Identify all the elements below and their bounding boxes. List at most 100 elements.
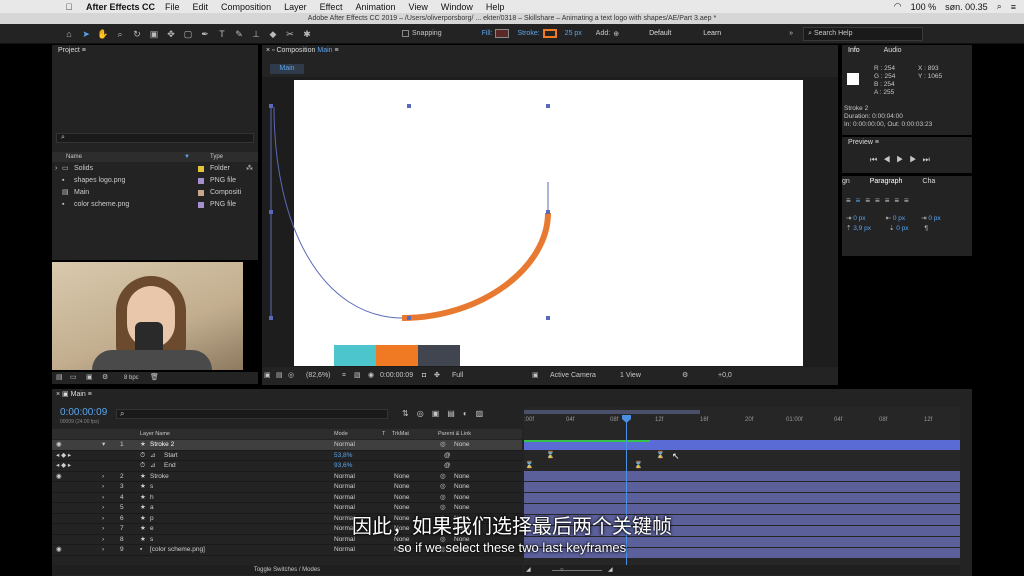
handle[interactable] (546, 104, 550, 108)
stopwatch-icon[interactable]: ⏱ (140, 451, 145, 462)
snapping-toggle[interactable]: Snapping (402, 30, 442, 37)
eye-icon[interactable]: ◉ (56, 472, 62, 483)
handle[interactable] (269, 316, 273, 320)
draft-3d-icon[interactable]: ◎ (417, 409, 432, 418)
camera-dropdown[interactable]: Active Camera (550, 369, 596, 383)
clock[interactable]: søn. 00.35 (945, 2, 988, 12)
layer-row[interactable]: ◉ ▾ 1 ★ Stroke 2 Normal ◎ None (52, 440, 522, 451)
align-center-icon[interactable]: ≡ (856, 196, 866, 205)
project-item[interactable]: › ▭ Solids Folder ⁂ (52, 163, 258, 175)
grid-icon[interactable]: ⌗ (342, 369, 346, 383)
stroke-width[interactable]: 25 px (565, 30, 582, 37)
layer-row[interactable]: › 3 ★ s Normal None ◎ None (52, 482, 522, 493)
settings-icon[interactable]: ⚙ (102, 372, 108, 384)
roi-icon[interactable]: ▣ (532, 369, 539, 383)
workspace-menu-icon[interactable]: » (789, 30, 793, 37)
transparency-icon[interactable]: ▧ (354, 369, 361, 383)
graph-editor-icon[interactable]: ▨ (476, 409, 492, 418)
eye-icon[interactable]: ◉ (56, 440, 62, 451)
prev-frame-icon[interactable]: ◀ (883, 155, 896, 164)
keyframe[interactable]: ⌛ (546, 451, 555, 459)
col-layer-name[interactable]: Layer Name (140, 429, 170, 439)
comp-flow-icon[interactable]: ⇅ (402, 409, 417, 418)
layer-row[interactable]: ◉ › 2 ★ Stroke Normal None ◎ None (52, 472, 522, 483)
space-after-value[interactable]: 0 px (896, 225, 908, 232)
views-dropdown[interactable]: 1 View (620, 369, 641, 383)
zoom-handle[interactable]: ○ (560, 565, 564, 575)
time-ruler[interactable]: :00f 04f 08f 12f 16f 20f 01:00f 04f 08f … (524, 417, 960, 429)
keyframe[interactable]: ⌛ (634, 461, 643, 469)
align-left-icon[interactable]: ≡ (846, 196, 856, 205)
current-time[interactable]: 0:00:00:09 (380, 369, 413, 383)
project-search-input[interactable]: ⌕ (56, 133, 254, 143)
project-item[interactable]: ▪ shapes logo.png PNG file (52, 175, 258, 187)
battery-label[interactable]: 100 % (911, 2, 937, 12)
menu-view[interactable]: View (408, 2, 427, 12)
first-frame-icon[interactable]: ⏮ (870, 155, 883, 164)
pickwhip-icon[interactable]: ◎ (440, 440, 446, 451)
justify-icon[interactable]: ≡ (875, 196, 885, 205)
exposure[interactable]: +0,0 (718, 369, 732, 383)
layer-bar-selected[interactable] (524, 440, 960, 450)
roto-tool-icon[interactable]: ✂ (283, 27, 297, 41)
col-mode[interactable]: Mode (334, 429, 348, 439)
new-comp-icon[interactable]: ▣ (86, 372, 93, 384)
stroke-swatch[interactable] (542, 29, 557, 38)
camera-icon[interactable]: ◘ (422, 369, 426, 383)
expression-icon[interactable]: @ (444, 461, 451, 472)
new-folder-icon[interactable]: ▭ (70, 372, 77, 384)
preview-icon[interactable]: ▣ (264, 369, 271, 383)
timeline-timecode[interactable]: 0:00:00:09 (60, 407, 107, 418)
menu-animation[interactable]: Animation (355, 2, 395, 12)
hand-tool-icon[interactable]: ✋ (96, 27, 110, 41)
puppet-tool-icon[interactable]: ✱ (300, 27, 314, 41)
layer-row[interactable]: › 4 ★ h Normal None ◎ None (52, 493, 522, 503)
handle[interactable] (407, 104, 411, 108)
region-icon[interactable]: ▤ (276, 369, 283, 383)
mask-icon[interactable]: ◎ (288, 369, 294, 383)
pickwhip-icon[interactable]: ◎ (440, 472, 446, 483)
layer-bar[interactable] (524, 482, 960, 492)
workspace-learn[interactable]: Learn (703, 30, 721, 37)
handle[interactable] (546, 316, 550, 320)
apple-icon[interactable]:  (62, 2, 76, 12)
interpret-footage-icon[interactable]: ▤ (56, 372, 63, 384)
col-trkmat[interactable]: TrkMat (392, 429, 409, 439)
workspace-default[interactable]: Default (649, 30, 671, 37)
work-area-bar[interactable] (524, 409, 960, 415)
pickwhip-icon[interactable]: ◎ (440, 482, 446, 493)
keyframe-nav-icon[interactable]: ◂ ◆ ▸ (56, 451, 71, 462)
bezier-path[interactable] (273, 106, 403, 319)
add-icon[interactable]: ⊕ (613, 30, 619, 38)
col-name[interactable]: Name (66, 152, 82, 162)
menu-list-icon[interactable]: ≡ (1011, 2, 1016, 12)
flowchart-icon[interactable]: ⁂ (246, 163, 253, 175)
brush-tool-icon[interactable]: ✎ (232, 27, 246, 41)
sort-icon[interactable]: ▼ (184, 152, 190, 162)
menu-window[interactable]: Window (441, 2, 473, 12)
justify-icon[interactable]: ≡ (904, 196, 914, 205)
keyframe[interactable]: ⌛ (525, 461, 534, 469)
camera-tool-icon[interactable]: ▣ (147, 27, 161, 41)
col-type[interactable]: Type (210, 152, 223, 162)
handle[interactable] (407, 316, 411, 320)
tab-align[interactable]: gn (842, 178, 850, 185)
keyframe-nav-icon[interactable]: ◂ ◆ ▸ (56, 461, 71, 472)
trash-icon[interactable]: 🗑 (150, 372, 159, 384)
search-help-field[interactable]: ⌕ Search Help (803, 26, 924, 41)
snapshot-icon[interactable]: ◉ (368, 369, 374, 383)
toggle-switches-modes[interactable]: Toggle Switches / Modes (52, 565, 522, 575)
next-frame-icon[interactable]: ▶ (909, 155, 922, 164)
zoom-tool-icon[interactable]: ⌕ (113, 27, 127, 41)
frame-blend-icon[interactable]: ▤ (447, 409, 463, 418)
clone-tool-icon[interactable]: ⊥ (249, 27, 263, 41)
indent-left-value[interactable]: 0 px (853, 215, 865, 222)
handle[interactable] (269, 104, 273, 108)
layer-row[interactable]: ◂ ◆ ▸ ⏱ ⊿ End 93,6% @ (52, 461, 522, 472)
pan-behind-icon[interactable]: ✥ (164, 27, 178, 41)
fill-swatch[interactable] (495, 29, 510, 38)
keyframe[interactable]: ⌛ (656, 451, 665, 459)
shape-paths[interactable] (262, 77, 838, 367)
orange-stroke[interactable] (401, 212, 551, 321)
stopwatch-icon[interactable]: ⏱ (140, 461, 145, 472)
